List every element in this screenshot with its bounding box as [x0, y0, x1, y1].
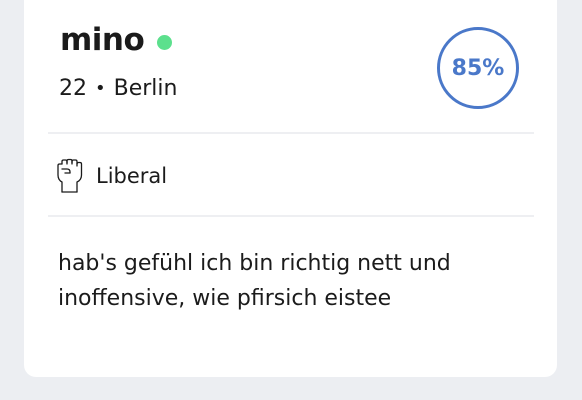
match-percentage-badge: 85%: [437, 27, 519, 109]
divider: [48, 215, 534, 217]
raised-fist-icon: [57, 158, 83, 193]
profile-card: mino 22 • Berlin 85% Liberal hab's gefüh…: [24, 0, 557, 377]
divider: [48, 132, 534, 134]
match-percentage: 85%: [451, 55, 505, 81]
name-row: mino: [60, 22, 173, 58]
meta-separator: •: [95, 78, 106, 99]
profile-city: Berlin: [113, 76, 178, 101]
profile-bio: hab's gefühl ich bin richtig nett und in…: [58, 251, 451, 311]
politics-row: Liberal: [56, 158, 167, 194]
profile-meta: 22 • Berlin: [59, 76, 177, 101]
politics-label: Liberal: [96, 164, 168, 188]
profile-name: mino: [60, 22, 145, 58]
online-status-icon: [157, 35, 173, 50]
profile-age: 22: [59, 76, 87, 101]
